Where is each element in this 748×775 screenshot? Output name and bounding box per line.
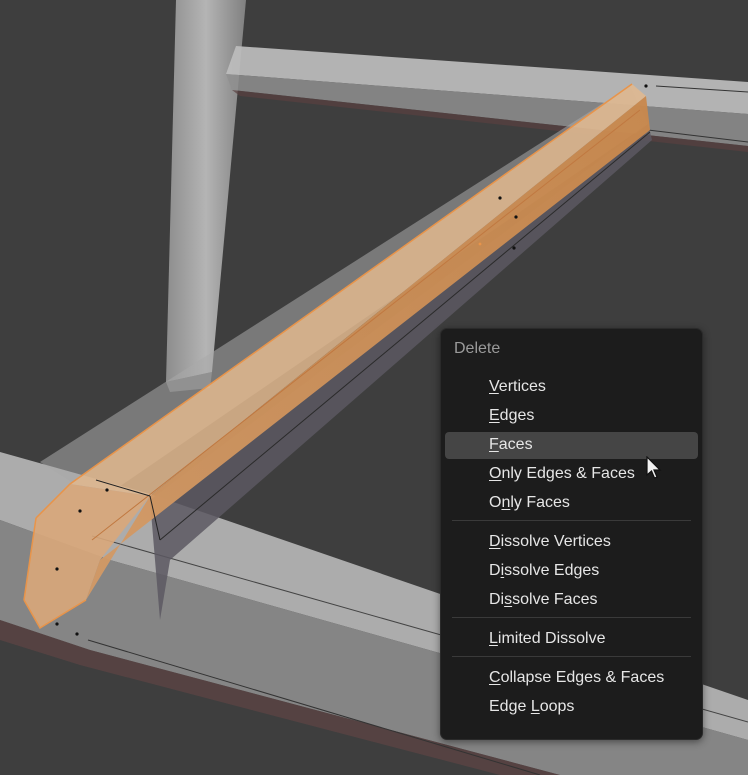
menu-separator: [452, 617, 691, 618]
delete-menu: Delete Vertices Edges Faces Only Edges & Fa…: [440, 328, 703, 740]
menu-item-label: Dissolve Vertices: [489, 533, 611, 550]
menu-item-label: Vertices: [489, 378, 546, 395]
menu-item[interactable]: Dissolve Faces: [445, 587, 698, 614]
menu-item-label: Dissolve Edges: [489, 562, 600, 579]
menu-item[interactable]: Collapse Edges & Faces: [445, 665, 698, 692]
menu-item-label: Edge Loops: [489, 698, 575, 715]
menu-item[interactable]: Dissolve Edges: [445, 558, 698, 585]
menu-item[interactable]: Vertices: [445, 374, 698, 401]
menu-item[interactable]: Edges: [445, 403, 698, 430]
menu-item[interactable]: Dissolve Vertices: [445, 529, 698, 556]
menu-item[interactable]: Edge Loops: [445, 694, 698, 721]
menu-item-label: Faces: [489, 436, 533, 453]
menu-title: Delete: [454, 340, 501, 357]
menu-item[interactable]: Faces: [445, 432, 698, 459]
menu-item-label: Only Faces: [489, 494, 570, 511]
menu-item-label: Collapse Edges & Faces: [489, 669, 665, 686]
menu-item-label: Edges: [489, 407, 535, 424]
menu-item-label: Only Edges & Faces: [489, 465, 635, 482]
menu-item-label: Dissolve Faces: [489, 591, 598, 608]
menu-item[interactable]: Only Faces: [445, 490, 698, 517]
menu-separator: [452, 656, 691, 657]
menu-separator: [452, 520, 691, 521]
menu-item-label: Limited Dissolve: [489, 630, 606, 647]
mouse-pointer-icon: [646, 456, 662, 479]
menu-item[interactable]: Limited Dissolve: [445, 626, 698, 653]
